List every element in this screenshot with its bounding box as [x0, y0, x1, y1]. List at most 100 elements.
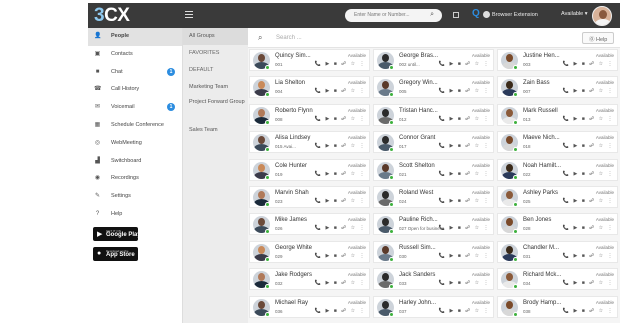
- contact-actions[interactable]: 📞 ▶ ■ ☍ ☆ ⋮: [563, 308, 614, 314]
- contact-actions[interactable]: 📞 ▶ ■ ☍ ☆ ⋮: [439, 116, 490, 122]
- contact-card[interactable]: Tristan Hanc... Available 012 📞 ▶ ■ ☍ ☆ ⋮: [373, 103, 494, 126]
- sidebar-item-help[interactable]: ? Help: [88, 206, 182, 224]
- contact-actions[interactable]: 📞 ▶ ■ ☍ ☆ ⋮: [315, 280, 366, 286]
- people-search-input[interactable]: Search ...: [276, 35, 302, 41]
- group-item-sales-team[interactable]: Sales Team: [183, 122, 248, 139]
- contact-card[interactable]: Zain Bass Available 007 📞 ▶ ■ ☍ ☆ ⋮: [497, 76, 618, 99]
- sidebar-item-people[interactable]: 👤 People: [88, 28, 182, 46]
- sidebar-item-chat[interactable]: ■ Chat 1: [88, 64, 182, 82]
- contact-name: Ben Jones: [523, 217, 552, 224]
- chrome-icon: [483, 11, 490, 18]
- contact-actions[interactable]: 📞 ▶ ■ ☍ ☆ ⋮: [439, 171, 490, 177]
- contact-actions[interactable]: 📞 ▶ ■ ☍ ☆ ⋮: [315, 171, 366, 177]
- contact-extension: 031: [523, 253, 531, 259]
- contact-card[interactable]: Chandler M... Available 031 📞 ▶ ■ ☍ ☆ ⋮: [497, 240, 618, 263]
- contact-card[interactable]: George Bras... Available 002 until... 📞 ▶ ■…: [373, 49, 494, 71]
- contact-card[interactable]: Harley John... Available 037 📞 ▶ ■ ☍ ☆ ⋮: [373, 295, 494, 318]
- contact-card[interactable]: Lia Shelton Available 004 📞 ▶ ■ ☍ ☆ ⋮: [249, 76, 370, 99]
- sidebar-item-switchboard[interactable]: ▟ Switchboard: [88, 153, 182, 171]
- dialpad-icon[interactable]: [453, 12, 459, 18]
- contact-actions[interactable]: 📞 ▶ ■ ☍ ☆ ⋮: [439, 198, 490, 204]
- presence-indicator: [513, 311, 518, 317]
- contact-actions[interactable]: 📞 ▶ ■ ☍ ☆ ⋮: [315, 143, 366, 149]
- contact-actions[interactable]: 📞 ▶ ■ ☍ ☆ ⋮: [439, 143, 490, 149]
- browser-extension-button[interactable]: Browser Extension: [483, 11, 538, 18]
- presence-indicator: [265, 119, 270, 125]
- sidebar-item-label: Switchboard: [111, 157, 142, 164]
- contact-actions[interactable]: 📞 ▶ ■ ☍ ☆ ⋮: [563, 116, 614, 122]
- contact-actions[interactable]: 📞 ▶ ■ ☍ ☆ ⋮: [439, 253, 490, 259]
- group-item-all-groups[interactable]: All Groups: [183, 28, 248, 45]
- contact-card[interactable]: Maeve Nich... Available 018 📞 ▶ ■ ☍ ☆ ⋮: [497, 131, 618, 154]
- contact-actions[interactable]: 📞 ▶ ■ ☍ ☆ ⋮: [439, 280, 490, 286]
- contact-actions[interactable]: 📞 ▶ ■ ☍ ☆ ⋮: [439, 61, 490, 67]
- contact-card[interactable]: Marvin Shah Available 023 📞 ▶ ■ ☍ ☆ ⋮: [249, 186, 370, 208]
- sidebar-item-voicemail[interactable]: ✉ Voicemail 1: [88, 99, 182, 117]
- group-item-project-forward-group[interactable]: Project Forward Group: [183, 96, 248, 122]
- contact-card[interactable]: Justine Hen... Available 003 📞 ▶ ■ ☍ ☆ ⋮: [497, 49, 618, 71]
- user-avatar[interactable]: [592, 6, 612, 26]
- sidebar-item-webmeeting[interactable]: ◎ WebMeeting: [88, 135, 182, 153]
- contact-card[interactable]: Mark Russell Available 013 📞 ▶ ■ ☍ ☆ ⋮: [497, 103, 618, 126]
- contact-card[interactable]: Ben Jones Available 028 📞 ▶ ■ ☍ ☆ ⋮: [497, 213, 618, 236]
- contact-actions[interactable]: 📞 ▶ ■ ☍ ☆ ⋮: [563, 88, 614, 94]
- contact-card[interactable]: Jack Sanders Available 033 📞 ▶ ■ ☍ ☆ ⋮: [373, 268, 494, 291]
- group-item-marketing-team[interactable]: Marketing Team: [183, 79, 248, 96]
- contact-card[interactable]: Brody Hamp... Available 038 📞 ▶ ■ ☍ ☆ ⋮: [497, 295, 618, 318]
- contact-actions[interactable]: 📞 ▶ ■ ☍ ☆ ⋮: [315, 198, 366, 204]
- sidebar-item-settings[interactable]: ✎ Settings: [88, 188, 182, 206]
- contact-actions[interactable]: 📞 ▶ ■ ☍ ☆ ⋮: [439, 308, 490, 314]
- contact-actions[interactable]: 📞 ▶ ■ ☍ ☆ ⋮: [563, 143, 614, 149]
- contact-card[interactable]: George White Available 029 📞 ▶ ■ ☍ ☆ ⋮: [249, 240, 370, 263]
- sidebar-item-contacts[interactable]: ▣ Contacts: [88, 46, 182, 64]
- contact-actions[interactable]: 📞 ▶ ■ ☍ ☆ ⋮: [315, 88, 366, 94]
- contact-card[interactable]: Connor Grant Available 017 📞 ▶ ■ ☍ ☆ ⋮: [373, 131, 494, 154]
- contact-card[interactable]: Richard Mck... Available 034 📞 ▶ ■ ☍ ☆ ⋮: [497, 268, 618, 291]
- sidebar-item-call-history[interactable]: ☎ Call History: [88, 81, 182, 99]
- contact-card[interactable]: Noah Hamilt... Available 022 📞 ▶ ■ ☍ ☆ ⋮: [497, 158, 618, 181]
- help-button[interactable]: ⓪ Help: [582, 32, 614, 44]
- contact-card[interactable]: Jake Rodgers Available 032 📞 ▶ ■ ☍ ☆ ⋮: [249, 268, 370, 291]
- sidebar-item-label: Recordings: [111, 175, 139, 182]
- contact-actions[interactable]: 📞 ▶ ■ ☍ ☆ ⋮: [563, 171, 614, 177]
- hamburger-menu-icon[interactable]: [185, 11, 193, 18]
- sidebar-item-schedule-conference[interactable]: ▦ Schedule Conference: [88, 117, 182, 135]
- contact-card[interactable]: Roberto Flynn Available 008 📞 ▶ ■ ☍ ☆ ⋮: [249, 103, 370, 126]
- app-store-button[interactable]: ● Download on the App Store: [93, 246, 138, 261]
- contact-card[interactable]: Russell Sim... Available 030 📞 ▶ ■ ☍ ☆ ⋮: [373, 240, 494, 263]
- contact-card[interactable]: Scott Shelton Available 021 📞 ▶ ■ ☍ ☆ ⋮: [373, 158, 494, 181]
- contact-card[interactable]: Mike James Available 026 📞 ▶ ■ ☍ ☆ ⋮: [249, 213, 370, 236]
- contact-card[interactable]: Gregory Win... Available 005 📞 ▶ ■ ☍ ☆ ⋮: [373, 76, 494, 99]
- contact-card[interactable]: Roland West Available 024 📞 ▶ ■ ☍ ☆ ⋮: [373, 186, 494, 208]
- sidebar-item-recordings[interactable]: ◉ Recordings: [88, 170, 182, 188]
- dial-search-input[interactable]: Enter Name or Number... ⌕: [345, 9, 442, 22]
- contact-actions[interactable]: 📞 ▶ ■ ☍ ☆ ⋮: [315, 61, 366, 67]
- group-item-default[interactable]: DEFAULT: [183, 62, 248, 79]
- contact-actions[interactable]: 📞 ▶ ■ ☍ ☆ ⋮: [563, 198, 614, 204]
- search-icon[interactable]: ⌕: [430, 11, 434, 19]
- contact-actions[interactable]: 📞 ▶ ■ ☍ ☆ ⋮: [315, 253, 366, 259]
- contact-card[interactable]: Ashley Parks Available 025 📞 ▶ ■ ☍ ☆ ⋮: [497, 186, 618, 208]
- contact-actions[interactable]: 📞 ▶ ■ ☍ ☆ ⋮: [315, 225, 366, 231]
- contact-card[interactable]: Alisa Lindsey Available 015 Avai... 📞 ▶ ■ ☍…: [249, 131, 370, 154]
- contact-name: Connor Grant: [399, 135, 436, 142]
- contact-status: Available: [595, 190, 614, 195]
- contact-actions[interactable]: 📞 ▶ ■ ☍ ☆ ⋮: [439, 88, 490, 94]
- contact-actions[interactable]: 📞 ▶ ■ ☍ ☆ ⋮: [563, 61, 614, 67]
- sidebar-item-label: Help: [111, 210, 123, 217]
- group-item-favorites[interactable]: FAVORITES: [183, 45, 248, 62]
- contact-card[interactable]: Pauline Rich... Available 027 Open for bus…: [373, 213, 494, 236]
- contact-actions[interactable]: 📞 ▶ ■ ☍ ☆ ⋮: [315, 308, 366, 314]
- q-icon[interactable]: Q: [472, 8, 480, 19]
- contact-actions[interactable]: 📞 ▶ ■ ☍ ☆ ⋮: [315, 116, 366, 122]
- contact-status: Available: [471, 272, 490, 278]
- contact-card[interactable]: Cole Hunter Available 019 📞 ▶ ■ ☍ ☆ ⋮: [249, 158, 370, 181]
- google-play-button[interactable]: ▶ GET IT ON Google Play: [93, 226, 141, 241]
- contact-actions[interactable]: 📞 ▶ ■ ☍ ☆ ⋮: [563, 253, 614, 259]
- contact-card[interactable]: Michael Ray Available 036 📞 ▶ ■ ☍ ☆ ⋮: [249, 295, 370, 318]
- contact-actions[interactable]: 📞 ▶ ■ ☍ ☆ ⋮: [439, 225, 490, 231]
- contact-actions[interactable]: 📞 ▶ ■ ☍ ☆ ⋮: [563, 280, 614, 286]
- contact-actions[interactable]: 📞 ▶ ■ ☍ ☆ ⋮: [563, 225, 614, 231]
- status-dropdown[interactable]: Available ▾: [561, 11, 588, 17]
- contact-card[interactable]: Quincy Sim... Available 001 📞 ▶ ■ ☍ ☆ ⋮: [249, 49, 370, 71]
